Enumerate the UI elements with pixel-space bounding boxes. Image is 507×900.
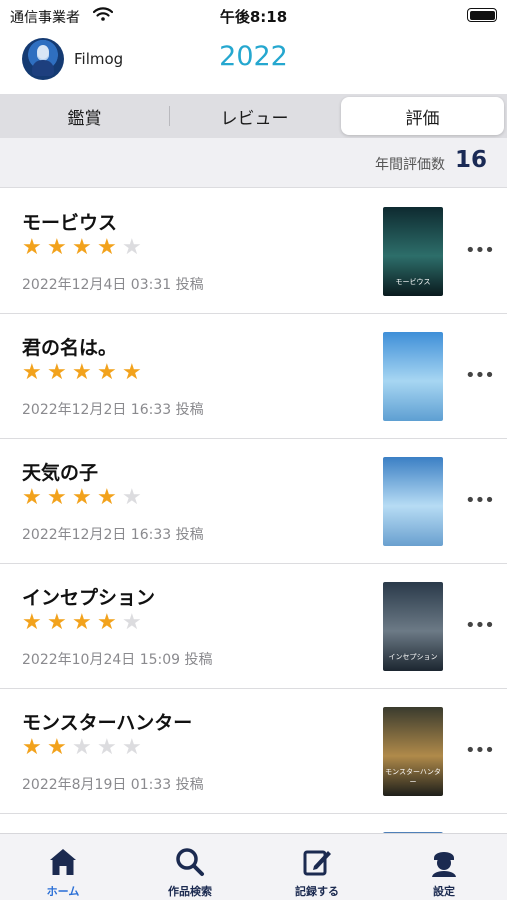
star-filled-icon: ★: [47, 485, 67, 510]
movie-poster[interactable]: インセプション: [383, 582, 443, 671]
annual-count-row: 年間評価数 16: [0, 138, 507, 188]
star-filled-icon: ★: [47, 235, 67, 260]
annual-count-label: 年間評価数: [375, 157, 445, 173]
segment-rating[interactable]: 評価: [341, 97, 504, 135]
segmented-control: 鑑賞 レビュー 評価: [0, 94, 507, 138]
star-empty-icon: ★: [72, 735, 92, 760]
star-filled-icon: ★: [97, 610, 117, 635]
star-filled-icon: ★: [22, 485, 42, 510]
posted-date: 2022年10月24日 15:09 投稿: [22, 652, 213, 668]
segment-viewing[interactable]: 鑑賞: [0, 97, 169, 135]
rating-row[interactable]: モンスターハンター ★ ★ ★ ★ ★ 2022年8月19日 01:33 投稿 モンスターハン…: [0, 689, 507, 814]
star-rating: ★ ★ ★ ★ ★: [22, 487, 147, 509]
star-filled-icon: ★: [22, 235, 42, 260]
movie-title: 君の名は。: [22, 337, 118, 359]
star-filled-icon: ★: [72, 235, 92, 260]
tab-search[interactable]: 作品検索: [127, 834, 253, 900]
status-time: 午後8:18: [219, 8, 288, 26]
rating-row[interactable]: インセプション ★ ★ ★ ★ ★ 2022年10月24日 15:09 投稿 インセプション •…: [0, 564, 507, 689]
tab-search-label: 作品検索: [168, 885, 212, 898]
edit-icon: [303, 850, 331, 876]
search-icon: [176, 848, 204, 876]
star-filled-icon: ★: [47, 610, 67, 635]
tab-settings[interactable]: 設定: [381, 834, 507, 900]
star-filled-icon: ★: [47, 360, 67, 385]
star-filled-icon: ★: [22, 610, 42, 635]
battery-icon: [467, 8, 497, 22]
tab-home-label: ホーム: [46, 885, 80, 898]
star-filled-icon: ★: [97, 360, 117, 385]
rating-list[interactable]: モービウス ★ ★ ★ ★ ★ 2022年12月4日 03:31 投稿 モービウス ••• 君の名…: [0, 189, 507, 833]
movie-title: モービウス: [22, 212, 118, 234]
rating-row-partial[interactable]: [0, 814, 507, 833]
poster-caption: モービウス: [395, 278, 431, 286]
more-options-icon[interactable]: •••: [465, 616, 495, 636]
star-rating: ★ ★ ★ ★ ★: [22, 737, 147, 759]
more-options-icon[interactable]: •••: [465, 241, 495, 261]
posted-date: 2022年12月2日 16:33 投稿: [22, 402, 204, 418]
movie-poster[interactable]: モンスターハンター: [383, 707, 443, 796]
star-rating: ★ ★ ★ ★ ★: [22, 237, 147, 259]
year-title: 2022: [219, 41, 288, 72]
movie-poster[interactable]: モービウス: [383, 207, 443, 296]
star-rating: ★ ★ ★ ★ ★: [22, 612, 147, 634]
tab-home[interactable]: ホーム: [0, 834, 126, 900]
star-empty-icon: ★: [122, 735, 142, 760]
star-filled-icon: ★: [72, 485, 92, 510]
star-empty-icon: ★: [97, 735, 117, 760]
rating-row[interactable]: モービウス ★ ★ ★ ★ ★ 2022年12月4日 03:31 投稿 モービウス •••: [0, 189, 507, 314]
person-icon: [432, 852, 456, 877]
poster-caption: インセプション: [388, 653, 438, 661]
header: Filmog 2022: [0, 30, 507, 92]
rating-row[interactable]: 君の名は。 ★ ★ ★ ★ ★ 2022年12月2日 16:33 投稿 •••: [0, 314, 507, 439]
movie-poster[interactable]: [383, 332, 443, 421]
rating-row[interactable]: 天気の子 ★ ★ ★ ★ ★ 2022年12月2日 16:33 投稿 •••: [0, 439, 507, 564]
poster-caption: モンスターハンター: [385, 768, 441, 786]
home-icon: [50, 849, 76, 875]
star-empty-icon: ★: [122, 485, 142, 510]
annual-count-value: 16: [454, 147, 487, 173]
star-filled-icon: ★: [97, 485, 117, 510]
posted-date: 2022年8月19日 01:33 投稿: [22, 777, 204, 793]
more-options-icon[interactable]: •••: [465, 741, 495, 761]
tab-record-label: 記録する: [295, 885, 339, 898]
tab-settings-label: 設定: [433, 885, 455, 898]
star-empty-icon: ★: [122, 610, 142, 635]
movie-title: モンスターハンター: [22, 712, 193, 734]
more-options-icon[interactable]: •••: [465, 366, 495, 386]
posted-date: 2022年12月4日 03:31 投稿: [22, 277, 204, 293]
star-empty-icon: ★: [122, 235, 142, 260]
more-options-icon[interactable]: •••: [465, 491, 495, 511]
star-filled-icon: ★: [22, 735, 42, 760]
posted-date: 2022年12月2日 16:33 投稿: [22, 527, 204, 543]
star-filled-icon: ★: [22, 360, 42, 385]
star-filled-icon: ★: [72, 610, 92, 635]
star-filled-icon: ★: [72, 360, 92, 385]
star-rating: ★ ★ ★ ★ ★: [22, 362, 147, 384]
star-filled-icon: ★: [122, 360, 142, 385]
star-filled-icon: ★: [97, 235, 117, 260]
tab-record[interactable]: 記録する: [254, 834, 380, 900]
movie-poster[interactable]: [383, 457, 443, 546]
status-bar: 通信事業者 午後8:18: [0, 0, 507, 30]
tab-bar: ホーム 作品検索 記録する 設定: [0, 833, 507, 900]
movie-title: 天気の子: [22, 462, 99, 484]
star-filled-icon: ★: [47, 735, 67, 760]
segment-review[interactable]: レビュー: [170, 97, 339, 135]
movie-title: インセプション: [22, 587, 156, 609]
